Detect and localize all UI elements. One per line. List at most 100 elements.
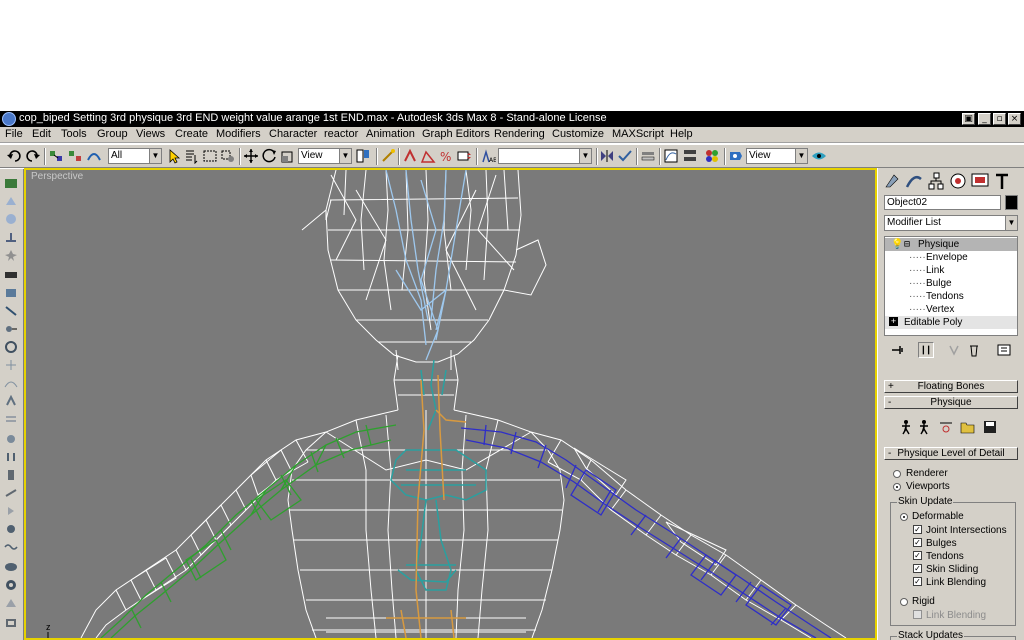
rigid-radio[interactable] xyxy=(900,598,908,606)
tool-icon-2[interactable] xyxy=(4,195,18,207)
rectangular-selection-icon[interactable] xyxy=(202,148,218,164)
tool-icon-23[interactable] xyxy=(4,579,18,591)
expand-icon[interactable]: + xyxy=(889,317,898,326)
menu-group[interactable]: Group xyxy=(97,128,128,140)
show-end-result-icon[interactable] xyxy=(918,342,934,358)
tool-icon-3[interactable] xyxy=(4,213,18,225)
tool-icon-24[interactable] xyxy=(4,597,18,609)
tool-icon-14[interactable] xyxy=(4,413,18,425)
menu-graph-editors[interactable]: Graph Editors xyxy=(422,128,490,140)
tool-icon-4[interactable] xyxy=(4,231,18,243)
tool-icon-10[interactable] xyxy=(4,341,18,353)
render-type-dropdown[interactable]: View ▼ xyxy=(746,148,808,164)
menu-character[interactable]: Character xyxy=(269,128,317,140)
rollout-physique-level-of-detail[interactable]: - Physique Level of Detail xyxy=(884,447,1018,460)
pin-stack-icon[interactable] xyxy=(890,342,906,358)
skin-sliding-checkbox[interactable]: ✓ xyxy=(913,564,922,573)
tool-icon-21[interactable] xyxy=(4,541,18,553)
menu-edit[interactable]: Edit xyxy=(32,128,51,140)
menu-animation[interactable]: Animation xyxy=(366,128,415,140)
tool-icon-19[interactable] xyxy=(4,505,18,517)
undo-icon[interactable] xyxy=(6,148,22,164)
joint-intersections-checkbox[interactable]: ✓ xyxy=(913,525,922,534)
rollout-physique[interactable]: - Physique xyxy=(884,396,1018,409)
tool-icon-6[interactable] xyxy=(4,269,18,281)
quick-render-icon[interactable] xyxy=(811,148,827,164)
align-icon[interactable] xyxy=(617,148,633,164)
rollout-floating-bones[interactable]: + Floating Bones xyxy=(884,380,1018,393)
menu-file[interactable]: File xyxy=(5,128,23,140)
tool-icon-13[interactable] xyxy=(4,394,18,407)
angle-snap-icon[interactable] xyxy=(420,148,436,164)
viewports-radio[interactable] xyxy=(893,483,901,491)
select-and-link-icon[interactable] xyxy=(48,148,64,164)
bulges-checkbox[interactable]: ✓ xyxy=(913,538,922,547)
display-tab-icon[interactable] xyxy=(970,171,990,191)
configure-modifier-sets-icon[interactable] xyxy=(996,342,1012,358)
menu-customize[interactable]: Customize xyxy=(552,128,604,140)
menu-rendering[interactable]: Rendering xyxy=(494,128,545,140)
mirror-icon[interactable] xyxy=(599,148,615,164)
layer-manager-icon[interactable] xyxy=(640,148,656,164)
unlink-selection-icon[interactable] xyxy=(67,148,83,164)
tool-icon-22[interactable] xyxy=(4,561,18,573)
tool-icon-1[interactable] xyxy=(4,177,18,189)
select-by-name-icon[interactable] xyxy=(184,148,200,165)
light-bulb-icon[interactable]: 💡 xyxy=(891,238,903,251)
select-and-rotate-icon[interactable] xyxy=(262,148,278,164)
tool-icon-17[interactable] xyxy=(4,469,18,481)
app-logo-icon[interactable] xyxy=(2,112,16,126)
perspective-viewport[interactable]: Perspective z xyxy=(24,168,877,640)
tendons-checkbox[interactable]: ✓ xyxy=(913,551,922,560)
deformable-radio[interactable] xyxy=(900,513,908,521)
tool-icon-25[interactable] xyxy=(4,617,18,629)
render-scene-icon[interactable] xyxy=(728,148,744,164)
pivot-center-icon[interactable] xyxy=(355,148,371,164)
stack-item-editable-poly[interactable]: + Editable Poly xyxy=(885,316,1017,329)
stack-sub-link[interactable]: Link xyxy=(926,264,944,277)
stack-item-physique[interactable]: 💡 ⊟ Physique xyxy=(885,238,1017,251)
link-blending-checkbox[interactable]: ✓ xyxy=(913,577,922,586)
spinner-snap-icon[interactable] xyxy=(456,148,472,164)
remove-modifier-icon[interactable] xyxy=(966,342,982,358)
tool-icon-8[interactable] xyxy=(4,305,18,317)
collapse-icon[interactable]: ⊟ xyxy=(904,238,910,251)
minimize-button[interactable]: _ xyxy=(978,113,991,125)
hierarchy-tab-icon[interactable] xyxy=(926,171,946,191)
restore-down-button[interactable]: ▣ xyxy=(962,113,975,125)
modifier-list-dropdown[interactable]: Modifier List ▼ xyxy=(884,215,1018,231)
rigid-link-blending-checkbox[interactable] xyxy=(913,610,922,619)
renderer-radio[interactable] xyxy=(893,470,901,478)
menu-tools[interactable]: Tools xyxy=(61,128,87,140)
make-unique-icon[interactable] xyxy=(946,342,962,358)
schematic-view-icon[interactable] xyxy=(682,148,698,164)
save-file-icon[interactable] xyxy=(982,419,998,435)
tool-icon-20[interactable] xyxy=(4,523,18,535)
menu-modifiers[interactable]: Modifiers xyxy=(216,128,261,140)
tool-icon-15[interactable] xyxy=(4,433,18,445)
tool-icon-5[interactable] xyxy=(4,249,18,261)
stack-sub-tendons[interactable]: Tendons xyxy=(926,290,964,303)
object-color-swatch[interactable] xyxy=(1005,195,1018,210)
menu-help[interactable]: Help xyxy=(670,128,693,140)
select-and-move-icon[interactable] xyxy=(243,148,259,164)
named-selection-dropdown[interactable]: ▼ xyxy=(498,148,592,164)
curve-editor-icon[interactable] xyxy=(663,148,679,164)
redo-icon[interactable] xyxy=(25,148,41,164)
modify-tab-icon[interactable] xyxy=(904,171,924,191)
stack-sub-vertex[interactable]: Vertex xyxy=(926,303,954,316)
select-object-icon[interactable] xyxy=(166,148,182,164)
stack-sub-envelope[interactable]: Envelope xyxy=(926,251,968,264)
stack-sub-bulge[interactable]: Bulge xyxy=(926,277,952,290)
maximize-button[interactable]: ▫ xyxy=(993,113,1006,125)
reinitialize-icon[interactable] xyxy=(916,419,932,435)
close-button[interactable]: × xyxy=(1008,113,1021,125)
reference-coordinate-dropdown[interactable]: View ▼ xyxy=(298,148,352,164)
bind-to-space-warp-icon[interactable] xyxy=(86,148,102,164)
tool-icon-9[interactable] xyxy=(4,323,18,335)
select-and-scale-icon[interactable] xyxy=(280,148,296,164)
create-tab-icon[interactable] xyxy=(882,171,902,191)
tool-icon-12[interactable] xyxy=(4,377,18,389)
tool-icon-7[interactable] xyxy=(4,287,18,299)
snaps-toggle-icon[interactable] xyxy=(402,148,418,164)
